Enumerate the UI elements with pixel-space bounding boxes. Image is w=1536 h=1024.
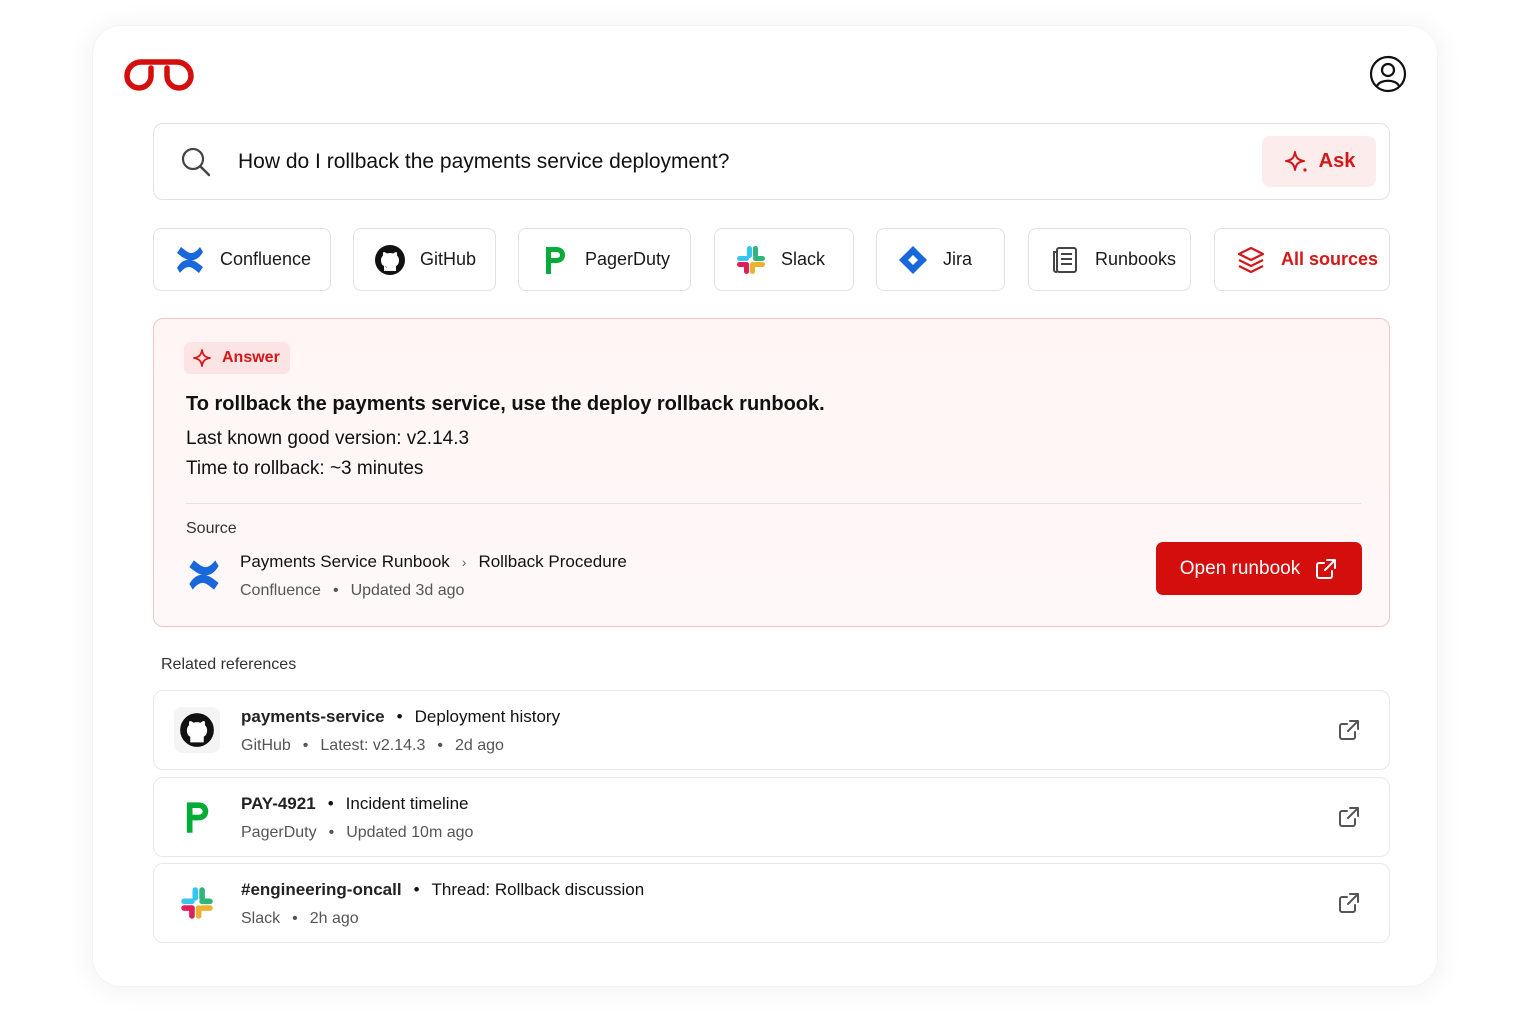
chip-label: Slack [781,249,826,269]
document-icon [1053,246,1077,273]
slack-icon [737,245,765,274]
search-bar: Ask [153,123,1390,200]
ask-button[interactable]: Ask [1262,136,1376,187]
meta-app: Slack [241,910,281,927]
source-chip-slack[interactable]: Slack [714,228,854,291]
item-name: PAY-4921 [241,794,316,813]
sparkle-icon [193,349,211,367]
separator-dot: • [437,737,443,754]
search-input[interactable] [238,142,1238,182]
item-name: payments-service [241,707,385,726]
layers-icon [1237,246,1265,273]
related-item-title: PAY-4921 • Incident timeline [241,794,468,814]
user-avatar-icon[interactable] [1369,55,1407,93]
source-chip-all[interactable]: All sources [1214,228,1390,291]
external-link-icon[interactable] [1337,891,1361,915]
answer-title: To rollback the payments service, use th… [186,393,825,415]
related-item-meta: Slack • 2h ago [241,910,359,928]
sparkle-icon [1284,150,1307,172]
confluence-icon [177,246,203,273]
slack-icon [181,887,213,919]
answer-badge: Answer [184,342,290,374]
chevron-right-icon: › [461,554,467,570]
answer-panel: Answer To rollback the payments service,… [153,318,1390,627]
chip-label: Runbooks [1095,249,1177,269]
chip-label: GitHub [420,249,477,269]
github-logo [174,707,220,753]
external-link-icon[interactable] [1337,718,1361,742]
source-chip-jira[interactable]: Jira [876,228,1005,291]
chip-label: Jira [943,249,973,269]
divider [186,503,1361,504]
source-updated: Updated 3d ago [350,582,465,599]
meta-app: PagerDuty [241,824,317,841]
ask-label: Ask [1318,150,1356,172]
related-item-meta: PagerDuty • Updated 10m ago [241,824,473,842]
related-item-github[interactable]: payments-service • Deployment history Gi… [153,690,1390,770]
answer-version: Last known good version: v2.14.3 [186,428,470,449]
pagerduty-logo [174,794,220,840]
search-icon [181,147,211,177]
source-page: Payments Service Runbook [240,552,450,571]
separator-dot: • [292,910,298,927]
pagerduty-icon [546,246,565,274]
item-desc: Thread: Rollback discussion [431,880,645,899]
separator-dot: • [396,707,403,726]
github-icon [180,713,214,747]
external-link-icon [1316,558,1337,579]
slack-logo [174,880,220,926]
pagerduty-icon [186,802,209,833]
source-app: Confluence [240,582,321,599]
answer-duration: Time to rollback: ~3 minutes [186,458,424,479]
source-chip-confluence[interactable]: Confluence [153,228,331,291]
brand-logo-icon [124,59,194,91]
related-item-title: payments-service • Deployment history [241,707,560,727]
open-runbook-button[interactable]: Open runbook [1156,542,1362,595]
source-label: Source [186,520,237,537]
source-meta: Confluence • Updated 3d ago [240,582,464,600]
meta-version: Latest: v2.14.3 [320,737,426,754]
item-desc: Deployment history [414,707,561,726]
meta-time: Updated 10m ago [346,824,474,841]
app-window: Ask Confluence GitHub PagerDuty [93,26,1437,986]
related-item-pagerduty[interactable]: PAY-4921 • Incident timeline PagerDuty •… [153,777,1390,857]
answer-badge-label: Answer [222,349,280,366]
chip-label: PagerDuty [585,249,671,269]
open-runbook-label: Open runbook [1179,557,1301,579]
source-section: Rollback Procedure [478,552,627,571]
github-icon [375,244,405,275]
source-breadcrumb[interactable]: Payments Service Runbook › Rollback Proc… [240,552,627,572]
related-item-slack[interactable]: #engineering-oncall • Thread: Rollback d… [153,863,1390,943]
item-name: #engineering-oncall [241,880,402,899]
separator-dot: • [332,582,339,599]
separator-dot: • [327,794,334,813]
external-link-icon[interactable] [1337,805,1361,829]
separator-dot: • [413,880,420,899]
meta-time: 2d ago [454,737,504,754]
chip-label: Confluence [220,249,312,269]
source-chip-github[interactable]: GitHub [353,228,496,291]
item-desc: Incident timeline [345,794,469,813]
source-chip-pagerduty[interactable]: PagerDuty [518,228,691,291]
related-references-label: Related references [161,656,297,673]
separator-dot: • [302,737,309,754]
chip-label: All sources [1281,249,1379,269]
jira-icon [899,245,927,274]
related-item-meta: GitHub • Latest: v2.14.3 • 2d ago [241,737,504,755]
source-chip-runbooks[interactable]: Runbooks [1028,228,1191,291]
meta-app: GitHub [241,737,291,754]
meta-time: 2h ago [309,910,359,927]
separator-dot: • [328,824,335,841]
confluence-icon [189,560,219,590]
related-item-title: #engineering-oncall • Thread: Rollback d… [241,880,644,900]
